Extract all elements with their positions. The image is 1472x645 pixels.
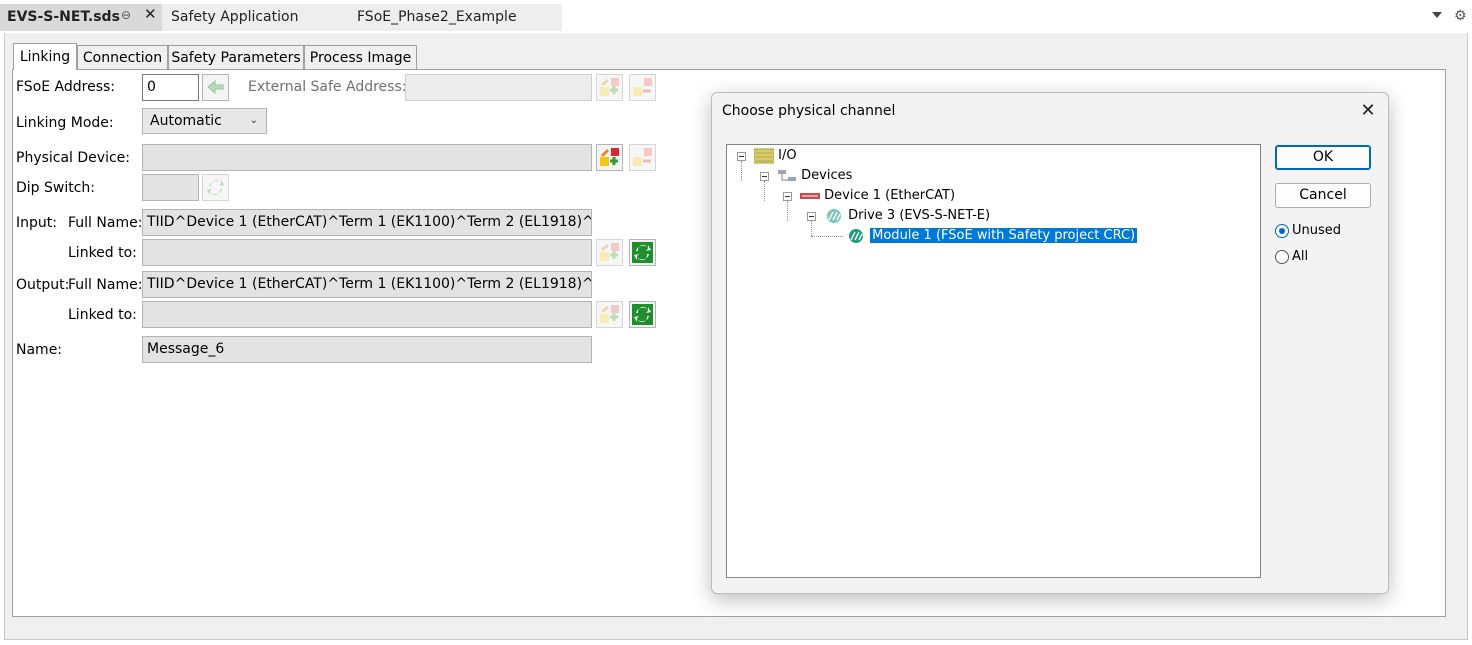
- output-full-name-label: Full Name:: [68, 277, 143, 293]
- arrow-left-icon: [207, 79, 224, 95]
- linking-mode-label: Linking Mode:: [16, 115, 114, 131]
- tree-expander[interactable]: [807, 212, 816, 221]
- output-label: Output:: [16, 277, 70, 293]
- tree-connector: [741, 161, 742, 181]
- io-folder-icon: [753, 148, 775, 163]
- document-tab-evs-s-net[interactable]: EVS-S-NET.sds: [0, 4, 162, 31]
- dip-switch-input[interactable]: [142, 174, 199, 201]
- link-remove-icon: [633, 148, 652, 166]
- ethercat-device-icon: [800, 192, 820, 199]
- tree-connector: [764, 181, 765, 201]
- radio-all-label: All: [1292, 249, 1309, 264]
- cancel-button[interactable]: Cancel: [1275, 183, 1371, 208]
- tree-expander[interactable]: [783, 192, 792, 201]
- physical-device-input[interactable]: [142, 144, 592, 171]
- input-linked-to-label: Linked to:: [68, 245, 137, 261]
- name-input[interactable]: Message_6: [142, 336, 592, 363]
- module-icon: [849, 228, 863, 243]
- tree-expander[interactable]: [737, 152, 746, 161]
- pin-icon[interactable]: ⊖: [121, 9, 133, 21]
- radio-all[interactable]: [1275, 250, 1289, 264]
- tree-node-io[interactable]: I/O: [753, 147, 797, 165]
- document-tab-title: EVS-S-NET.sds: [7, 9, 120, 25]
- tab-safety-parameters[interactable]: Safety Parameters: [168, 45, 304, 69]
- chevron-down-icon: ⌄: [249, 115, 258, 126]
- link-add-icon: [600, 305, 619, 323]
- fsoe-address-input[interactable]: 0: [142, 74, 199, 101]
- refresh-icon: [207, 179, 224, 196]
- refresh-icon: [632, 304, 653, 325]
- document-tab-label: Safety Application: [171, 9, 299, 25]
- output-linked-to-label: Linked to:: [68, 307, 137, 323]
- refresh-icon: [632, 242, 653, 263]
- input-link-add-button[interactable]: [596, 239, 623, 266]
- tree-connector: [787, 201, 788, 221]
- output-link-add-button[interactable]: [596, 301, 623, 328]
- input-linked-to-field[interactable]: [142, 239, 592, 266]
- tree-node-label: I/O: [778, 148, 797, 163]
- tree-connector: [811, 236, 843, 237]
- tree-node-label: Module 1 (FSoE with Safety project CRC): [869, 227, 1139, 244]
- channel-tree[interactable]: I/O Devices Device 1 (EtherCAT) Drive 3 …: [726, 144, 1261, 578]
- output-linked-to-field[interactable]: [142, 301, 592, 328]
- tab-connection[interactable]: Connection: [77, 45, 168, 69]
- name-label: Name:: [16, 342, 63, 358]
- tree-node-drive-3[interactable]: Drive 3 (EVS-S-NET-E): [824, 207, 990, 225]
- unlink-physical-device-button[interactable]: [629, 144, 656, 171]
- tree-connector: [811, 221, 812, 236]
- radio-unused[interactable]: [1275, 224, 1289, 238]
- link-add-button[interactable]: [596, 74, 623, 101]
- radio-unused-label: Unused: [1292, 223, 1342, 238]
- input-label: Input:: [16, 215, 57, 231]
- link-add-icon: [600, 78, 619, 96]
- input-full-name-field[interactable]: TIID^Device 1 (EtherCAT)^Term 1 (EK1100)…: [142, 209, 592, 236]
- chevron-down-icon[interactable]: [1432, 12, 1442, 18]
- document-tab-project: FSoE_Phase2_Example: [357, 9, 517, 25]
- gear-icon[interactable]: ⚙: [1454, 9, 1467, 23]
- tree-node-device-1[interactable]: Device 1 (EtherCAT): [800, 187, 955, 205]
- choose-physical-device-button[interactable]: [596, 144, 623, 171]
- tree-node-module-1[interactable]: Module 1 (FSoE with Safety project CRC): [846, 227, 1139, 245]
- tree-node-label: Devices: [801, 168, 853, 183]
- link-add-icon: [600, 243, 619, 261]
- linking-mode-value: Automatic: [150, 113, 222, 129]
- tree-node-label: Drive 3 (EVS-S-NET-E): [848, 208, 991, 223]
- output-full-name-field[interactable]: TIID^Device 1 (EtherCAT)^Term 1 (EK1100)…: [142, 271, 592, 298]
- link-add-icon: [600, 148, 619, 166]
- output-refresh-link-button[interactable]: [629, 301, 656, 328]
- physical-device-label: Physical Device:: [16, 150, 130, 166]
- ok-button[interactable]: OK: [1275, 145, 1371, 170]
- devices-icon: [778, 169, 796, 181]
- choose-physical-channel-dialog: Choose physical channel ✕ I/O Devices De…: [711, 92, 1389, 594]
- link-remove-button[interactable]: [629, 74, 656, 101]
- link-remove-icon: [633, 78, 652, 96]
- close-icon[interactable]: ✕: [144, 7, 158, 22]
- linking-mode-select[interactable]: Automatic ⌄: [142, 108, 267, 134]
- tree-expander[interactable]: [760, 172, 769, 181]
- input-full-name-label: Full Name:: [68, 215, 143, 231]
- back-arrow-button[interactable]: [202, 74, 229, 101]
- document-tab-strip: EVS-S-NET.sds ⊖ ✕ Safety Application FSo…: [0, 0, 1472, 33]
- dialog-title: Choose physical channel: [722, 103, 896, 119]
- refresh-dip-switch-button[interactable]: [202, 174, 229, 201]
- drive-icon: [827, 208, 841, 223]
- input-refresh-link-button[interactable]: [629, 239, 656, 266]
- fsoe-address-label: FSoE Address:: [16, 79, 116, 95]
- document-tab-safety-application[interactable]: Safety Application FSoE_Phase2_Example: [162, 4, 562, 31]
- tab-linking[interactable]: Linking: [13, 43, 77, 70]
- tree-node-devices[interactable]: Devices: [777, 167, 852, 185]
- tree-node-label: Device 1 (EtherCAT): [824, 188, 956, 203]
- external-safe-address-input[interactable]: [405, 74, 592, 101]
- tab-process-image[interactable]: Process Image: [304, 45, 417, 69]
- dip-switch-label: Dip Switch:: [16, 180, 96, 196]
- close-icon[interactable]: ✕: [1358, 101, 1378, 121]
- external-safe-address-label: External Safe Address:: [248, 79, 407, 95]
